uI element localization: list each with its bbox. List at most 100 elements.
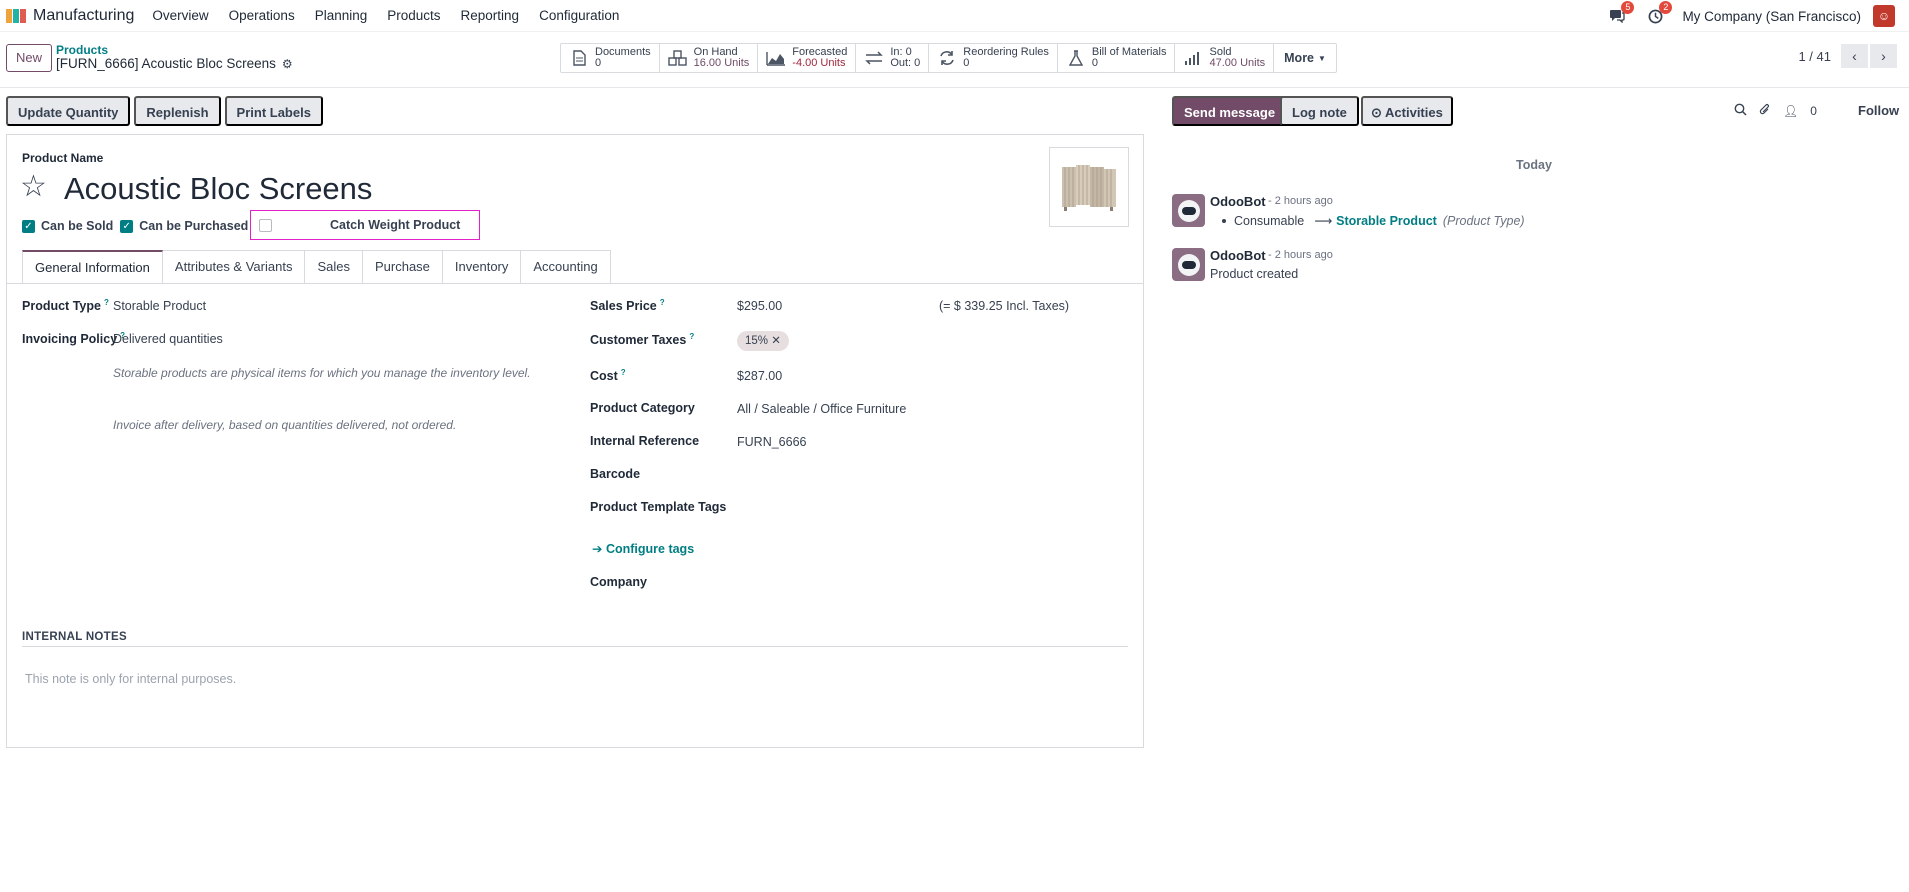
messages-button[interactable]: 5	[1606, 1, 1635, 27]
replenish-button[interactable]: Replenish	[134, 96, 221, 126]
documents-smart-button[interactable]: Documents 0	[561, 44, 660, 72]
menu-operations[interactable]: Operations	[229, 8, 295, 23]
user-icon: 👤︎	[1783, 104, 1799, 118]
tab-purchase[interactable]: Purchase	[362, 250, 443, 284]
more-button[interactable]: More ▼	[1274, 44, 1336, 72]
forecasted-smart-button[interactable]: Forecasted -4.00 Units	[758, 44, 857, 72]
area-chart-icon	[766, 49, 786, 67]
tax-tag[interactable]: 15% ✕	[737, 331, 789, 351]
menu-overview[interactable]: Overview	[152, 8, 208, 23]
company-label: Company	[590, 575, 647, 589]
internal-reference-field[interactable]: FURN_6666	[737, 435, 806, 449]
cost-field[interactable]: $287.00	[737, 369, 782, 383]
breadcrumb-products-link[interactable]: Products	[56, 44, 293, 56]
menu-configuration[interactable]: Configuration	[539, 8, 619, 23]
configure-tags-link[interactable]: ➔ Configure tags	[592, 541, 694, 556]
forecasted-value: -4.00 Units	[792, 57, 846, 69]
help-icon: ?	[620, 368, 626, 377]
action-buttons: Update Quantity Replenish Print Labels	[6, 96, 327, 126]
app-name[interactable]: Manufacturing	[33, 7, 134, 25]
caret-down-icon: ▼	[1318, 53, 1326, 63]
cost-label: Cost?	[590, 368, 626, 384]
sold-smart-button[interactable]: Sold 47.00 Units	[1175, 44, 1275, 72]
odoobot-avatar[interactable]	[1172, 248, 1205, 281]
catch-weight-checkbox[interactable]	[259, 218, 272, 232]
search-icon[interactable]	[1734, 103, 1747, 119]
star-icon[interactable]: ☆	[20, 169, 47, 205]
documents-label: Documents	[595, 46, 651, 58]
catch-weight-label: Catch Weight Product	[330, 218, 461, 232]
tab-general-information[interactable]: General Information	[22, 250, 163, 284]
menu-planning[interactable]: Planning	[315, 8, 368, 23]
pager-value[interactable]: 1 / 41	[1798, 49, 1831, 64]
follow-button[interactable]: Follow	[1858, 103, 1899, 118]
can-be-purchased-checkbox[interactable]: ✓	[120, 219, 134, 233]
followers-button[interactable]: 👤︎ 0	[1783, 104, 1829, 118]
tracking-change: Consumable ⟶ Storable Product (Product Type…	[1210, 213, 1525, 228]
product-category-label: Product Category	[590, 401, 695, 415]
notes-divider	[22, 646, 1128, 647]
bom-smart-button[interactable]: Bill of Materials 0	[1058, 44, 1176, 72]
smart-buttons: Documents 0 On Hand 16.00 Units Forecasted…	[560, 43, 1337, 73]
can-be-sold-label: Can be Sold	[41, 219, 114, 233]
product-image[interactable]	[1049, 147, 1129, 227]
tab-inventory[interactable]: Inventory	[442, 250, 522, 284]
message-author[interactable]: OdooBot	[1210, 248, 1266, 263]
customer-taxes-label: Customer Taxes?	[590, 332, 695, 348]
template-tags-label: Product Template Tags	[590, 500, 727, 514]
new-value: Storable Product	[1336, 214, 1437, 228]
activities-button[interactable]: 2	[1644, 1, 1673, 27]
company-switcher[interactable]: My Company (San Francisco)	[1682, 9, 1861, 24]
update-quantity-button[interactable]: Update Quantity	[6, 96, 131, 126]
tab-divider	[7, 283, 1143, 284]
incl-taxes-amount: (= $ 339.25 Incl. Taxes)	[939, 299, 1070, 313]
odoobot-avatar[interactable]	[1172, 194, 1205, 227]
gear-icon[interactable]: ⚙	[282, 56, 293, 72]
user-avatar[interactable]: ☺	[1873, 5, 1895, 27]
reordering-rules-smart-button[interactable]: Reordering Rules 0	[929, 44, 1058, 72]
help-icon: ?	[689, 332, 695, 341]
product-type-help: Storable products are physical items for…	[113, 366, 531, 380]
messages-badge: 5	[1621, 1, 1635, 14]
product-name-field[interactable]: Acoustic Bloc Screens	[64, 169, 372, 209]
paperclip-icon[interactable]	[1759, 103, 1771, 120]
product-type-field[interactable]: Storable Product	[113, 299, 206, 313]
invoicing-policy-help: Invoice after delivery, based on quantit…	[113, 418, 457, 432]
exchange-icon	[864, 49, 884, 67]
tab-attributes-variants[interactable]: Attributes & Variants	[162, 250, 306, 284]
can-be-sold-checkbox[interactable]: ✓	[22, 219, 35, 233]
send-message-button[interactable]: Send message	[1172, 96, 1288, 126]
form-tabs: General Information Attributes & Variant…	[22, 250, 611, 284]
menu-products[interactable]: Products	[387, 8, 440, 23]
pager-next-button[interactable]: ›	[1870, 44, 1897, 68]
in-out-smart-button[interactable]: In: 0 Out: 0	[856, 44, 930, 72]
on-hand-value: 16.00 Units	[693, 57, 750, 69]
activities-badge: 2	[1659, 1, 1673, 14]
bar-chart-icon	[1183, 49, 1203, 67]
sales-price-field[interactable]: $295.00	[737, 299, 782, 313]
product-category-field[interactable]: All / Saleable / Office Furniture	[737, 402, 906, 416]
product-options: ✓ Can be Sold ✓ Can be Purchased	[22, 217, 255, 235]
breadcrumb: Products [FURN_6666] Acoustic Bloc Scree…	[56, 44, 293, 72]
on-hand-smart-button[interactable]: On Hand 16.00 Units	[660, 44, 759, 72]
invoicing-policy-field[interactable]: Delivered quantities	[113, 332, 223, 346]
tab-accounting[interactable]: Accounting	[521, 250, 611, 284]
tab-sales[interactable]: Sales	[305, 250, 363, 284]
menu-reporting[interactable]: Reporting	[461, 8, 520, 23]
pager-previous-button[interactable]: ‹	[1841, 44, 1868, 68]
help-icon: ?	[659, 298, 665, 307]
sales-price-label: Sales Price?	[590, 298, 665, 314]
log-note-button[interactable]: Log note	[1280, 96, 1359, 126]
chatter-tools: 👤︎ 0	[1734, 102, 1841, 120]
internal-notes-field[interactable]: This note is only for internal purposes.	[25, 672, 236, 686]
new-button[interactable]: New	[6, 44, 53, 72]
reordering-label: Reordering Rules	[963, 46, 1049, 58]
manufacturing-logo[interactable]	[6, 8, 27, 23]
sold-value: 47.00 Units	[1209, 57, 1266, 69]
print-labels-button[interactable]: Print Labels	[224, 96, 323, 126]
message-author[interactable]: OdooBot	[1210, 194, 1266, 209]
changed-field: (Product Type)	[1442, 214, 1525, 228]
activities-button[interactable]: ⊙ Activities	[1361, 96, 1453, 126]
chevron-right-icon: ›	[1881, 48, 1886, 64]
close-icon[interactable]: ✕	[771, 335, 781, 347]
